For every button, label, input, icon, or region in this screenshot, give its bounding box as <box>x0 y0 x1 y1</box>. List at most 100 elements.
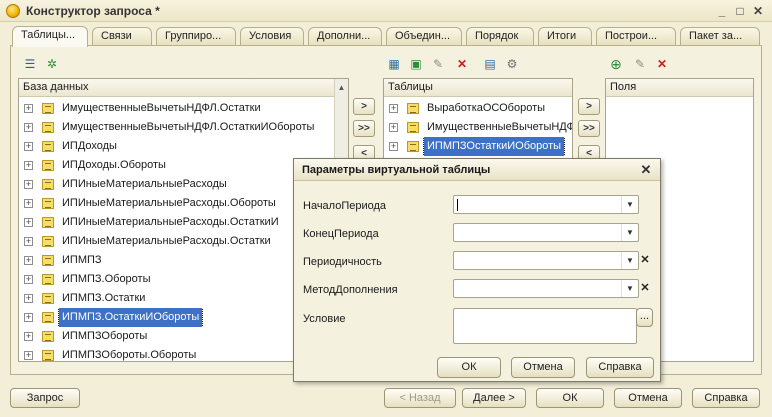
expand-icon[interactable]: + <box>24 199 33 208</box>
clear-icon[interactable]: ✕ <box>638 251 652 270</box>
table-icon <box>42 179 54 190</box>
virtual-params-icon[interactable]: ⚙ <box>504 56 520 72</box>
find-in-tree-icon[interactable]: ✲ <box>44 56 60 72</box>
database-item-row[interactable]: + ИПИныеМатериальныеРасходы <box>19 175 333 194</box>
database-item-row[interactable]: + ИмущественныеВычетыНДФЛ.ОстаткиИОбороты <box>19 118 333 137</box>
tables-item-row[interactable]: + ИПМПЗОстаткиИОбороты <box>384 137 572 156</box>
chevron-down-icon[interactable]: ▼ <box>621 280 638 297</box>
chevron-down-icon[interactable]: ▼ <box>621 224 638 241</box>
table-icon <box>42 236 54 247</box>
table-icon <box>42 160 54 171</box>
database-item-row[interactable]: + ИПИныеМатериальныеРасходы.Остатки <box>19 232 333 251</box>
expand-icon[interactable]: + <box>24 294 33 303</box>
period-end-field[interactable]: ▼ <box>453 223 639 242</box>
tab-unions[interactable]: Объедин... <box>386 27 462 46</box>
edit-icon[interactable]: ✎ <box>430 56 446 72</box>
clear-icon[interactable]: ✕ <box>638 279 652 298</box>
table-icon <box>407 103 419 114</box>
table-icon <box>42 141 54 152</box>
tables-item-row[interactable]: + ВыработкаОСОбороты <box>384 99 572 118</box>
edit-field-icon[interactable]: ✎ <box>632 56 648 72</box>
query-button[interactable]: Запрос <box>10 388 80 408</box>
next-button[interactable]: Далее > <box>462 388 526 408</box>
database-item-label: ИПМПЗ.ОстаткиИОбороты <box>57 308 204 327</box>
condition-label: Условие <box>303 313 346 325</box>
ok-button[interactable]: ОК <box>536 388 604 408</box>
expand-icon[interactable]: + <box>389 123 398 132</box>
expand-icon[interactable]: + <box>24 332 33 341</box>
tab-links[interactable]: Связи <box>92 27 152 46</box>
add-nested-query-icon[interactable]: ▣ <box>408 56 424 72</box>
database-item-label: ИмущественныеВычетыНДФЛ.Остатки <box>62 102 261 114</box>
window-title: Конструктор запроса * <box>26 4 160 18</box>
text-caret <box>457 199 458 211</box>
database-item-row[interactable]: + ИПМПЗ.Остатки <box>19 289 333 308</box>
database-item-row[interactable]: + ИПМПЗ <box>19 251 333 270</box>
periodicity-field[interactable]: ▼ <box>453 251 639 270</box>
condition-edit-button[interactable]: ... <box>636 308 653 327</box>
tab-builder[interactable]: Построи... <box>596 27 676 46</box>
dialog-close-icon[interactable]: ✕ <box>638 162 654 178</box>
add-all-tables-button[interactable]: >> <box>353 120 375 137</box>
database-item-label: ИПИныеМатериальныеРасходы <box>62 178 227 190</box>
period-start-field[interactable]: ▼ <box>453 195 639 214</box>
database-item-row[interactable]: + ИПДоходы <box>19 137 333 156</box>
add-field-button[interactable]: > <box>578 98 600 115</box>
database-item-row[interactable]: + ИмущественныеВычетыНДФЛ.Остатки <box>19 99 333 118</box>
tables-item-row[interactable]: + ИмущественныеВычетыНДФ <box>384 118 572 137</box>
expand-icon[interactable]: + <box>24 218 33 227</box>
chevron-down-icon[interactable]: ▼ <box>621 196 638 213</box>
cancel-button[interactable]: Отмена <box>614 388 682 408</box>
tab-tables[interactable]: Таблицы... <box>12 26 88 47</box>
add-all-fields-button[interactable]: >> <box>578 120 600 137</box>
period-end-label: КонецПериода <box>303 228 379 240</box>
condition-field[interactable] <box>453 308 637 344</box>
expand-icon[interactable]: + <box>389 142 398 151</box>
tab-grouping[interactable]: Группиро... <box>156 27 236 46</box>
tab-order[interactable]: Порядок <box>466 27 534 46</box>
delete-icon[interactable]: ✕ <box>454 56 470 72</box>
database-item-row[interactable]: + ИПИныеМатериальныеРасходы.Обороты <box>19 194 333 213</box>
tab-totals[interactable]: Итоги <box>538 27 592 46</box>
expand-icon[interactable]: + <box>24 351 33 360</box>
expand-icon[interactable]: + <box>389 104 398 113</box>
maximize-icon[interactable]: □ <box>732 3 748 19</box>
minimize-icon[interactable]: _ <box>714 3 730 19</box>
tables-header: Таблицы <box>384 79 572 97</box>
expand-icon[interactable]: + <box>24 142 33 151</box>
close-icon[interactable]: ✕ <box>750 3 766 19</box>
scroll-up-icon[interactable]: ▲ <box>335 81 348 95</box>
expand-icon[interactable]: + <box>24 161 33 170</box>
table-icon <box>42 198 54 209</box>
tab-additional[interactable]: Дополни... <box>308 27 382 46</box>
back-button[interactable]: < Назад <box>384 388 456 408</box>
database-item-row[interactable]: + ИПМПЗОбороты.Обороты <box>19 346 333 365</box>
database-item-row[interactable]: + ИПИныеМатериальныеРасходы.ОстаткиИ <box>19 213 333 232</box>
tab-conditions[interactable]: Условия <box>240 27 304 46</box>
expand-icon[interactable]: + <box>24 180 33 189</box>
database-item-row[interactable]: + ИПМПЗОбороты <box>19 327 333 346</box>
delete-field-icon[interactable]: ✕ <box>654 56 670 72</box>
expand-icon[interactable]: + <box>24 104 33 113</box>
add-table-button[interactable]: > <box>353 98 375 115</box>
dialog-cancel-button[interactable]: Отмена <box>511 357 575 378</box>
database-item-row[interactable]: + ИПМПЗ.Обороты <box>19 270 333 289</box>
chevron-down-icon[interactable]: ▼ <box>621 252 638 269</box>
method-field[interactable]: ▼ <box>453 279 639 298</box>
expand-icon[interactable]: + <box>24 275 33 284</box>
database-item-row[interactable]: + ИПМПЗ.ОстаткиИОбороты <box>19 308 333 327</box>
add-table-icon[interactable]: ▦ <box>386 56 402 72</box>
dialog-help-button[interactable]: Справка <box>586 357 654 378</box>
expand-icon[interactable]: + <box>24 237 33 246</box>
help-button[interactable]: Справка <box>692 388 760 408</box>
list-view-icon[interactable]: ☰ <box>22 56 38 72</box>
expand-icon[interactable]: + <box>24 123 33 132</box>
periodicity-label: Периодичность <box>303 256 382 268</box>
database-item-row[interactable]: + ИПДоходы.Обороты <box>19 156 333 175</box>
dialog-ok-button[interactable]: ОК <box>437 357 501 378</box>
replace-table-icon[interactable]: ▤ <box>482 56 498 72</box>
expand-icon[interactable]: + <box>24 256 33 265</box>
tab-batch[interactable]: Пакет за... <box>680 27 760 46</box>
add-field-icon[interactable]: ⊕ <box>608 56 624 72</box>
expand-icon[interactable]: + <box>24 313 33 322</box>
